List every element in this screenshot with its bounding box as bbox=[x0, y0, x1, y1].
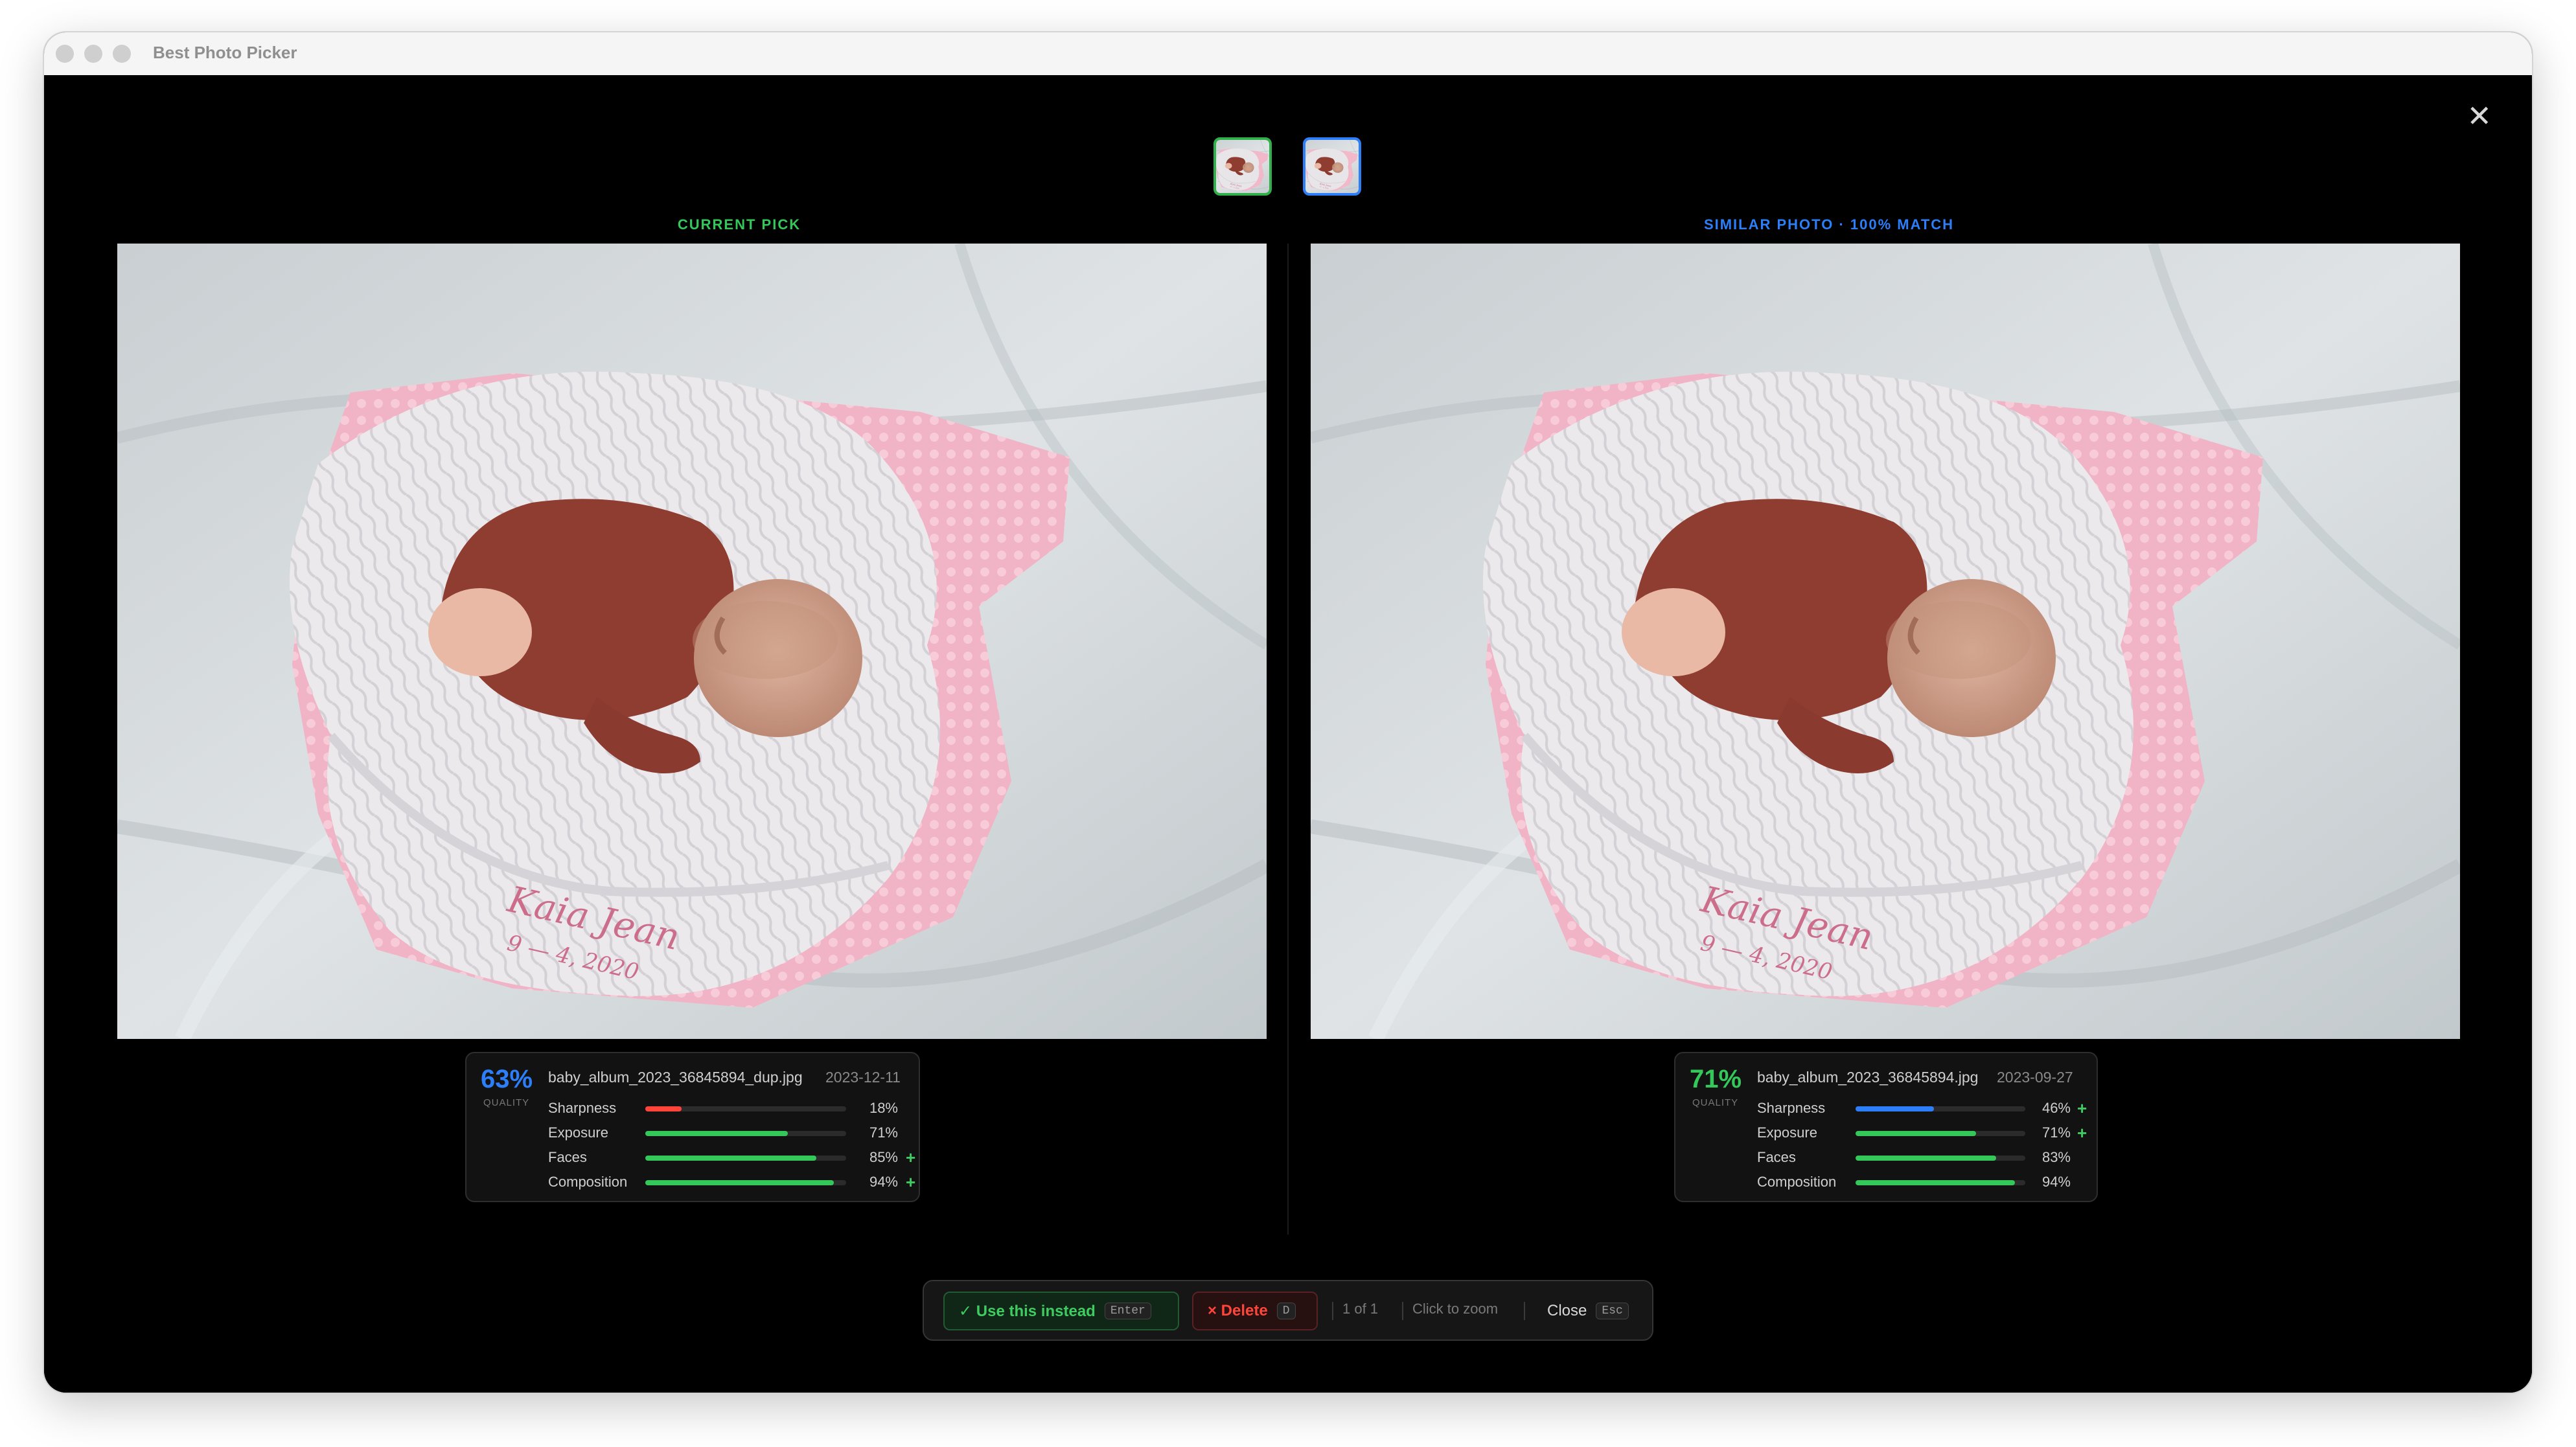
close-window-button[interactable] bbox=[56, 45, 74, 63]
quality-score: 63% bbox=[481, 1065, 533, 1093]
metric-name: Composition bbox=[1757, 1174, 1837, 1190]
metric-improvement-indicator: + bbox=[906, 1172, 916, 1192]
metric-name: Sharpness bbox=[1757, 1100, 1826, 1116]
metric-bar bbox=[645, 1180, 846, 1185]
delete-shortcut-key: D bbox=[1276, 1303, 1296, 1319]
close-button[interactable]: Close Esc bbox=[1533, 1292, 1643, 1330]
metric-bar-fill bbox=[645, 1180, 834, 1185]
window-title: Best Photo Picker bbox=[153, 43, 297, 62]
metric-improvement-indicator: + bbox=[2077, 1123, 2087, 1143]
metric-bar bbox=[645, 1156, 846, 1161]
metric-value: 71% bbox=[869, 1124, 898, 1141]
metric-improvement-indicator: + bbox=[2077, 1099, 2087, 1118]
file-name: baby_album_2023_36845894_dup.jpg bbox=[548, 1069, 803, 1086]
current-pick-thumbnail[interactable] bbox=[1213, 137, 1272, 196]
metric-bar bbox=[1856, 1156, 2025, 1161]
metric-bar bbox=[1856, 1180, 2025, 1185]
metric-bar-fill bbox=[1856, 1156, 1997, 1161]
similar-photo-thumbnail[interactable] bbox=[1303, 137, 1361, 196]
metric-value: 85% bbox=[869, 1149, 898, 1165]
comparison-view: ✕ CURRENT PICK SIMILAR PHOTO · 100% MATC… bbox=[44, 75, 2532, 1393]
metric-bar bbox=[1856, 1131, 2025, 1136]
close-icon[interactable]: ✕ bbox=[2467, 101, 2492, 131]
metric-bar-fill bbox=[1856, 1180, 2016, 1185]
metric-value: 71% bbox=[2041, 1124, 2071, 1141]
metric-bar bbox=[1856, 1106, 2025, 1111]
quality-caption: QUALITY bbox=[483, 1097, 530, 1108]
action-toolbar: ✓ Use this instead Enter × Delete D 1 of… bbox=[923, 1280, 1653, 1341]
metric-bar-fill bbox=[645, 1131, 788, 1136]
quality-score: 71% bbox=[1690, 1065, 1742, 1093]
similar-photo-quality-card: 71% QUALITY baby_album_2023_36845894.jpg… bbox=[1674, 1052, 2098, 1202]
metric-bar-fill bbox=[1856, 1106, 1934, 1111]
similar-photo-label: SIMILAR PHOTO · 100% MATCH bbox=[1703, 216, 1955, 233]
similar-photo[interactable] bbox=[1311, 244, 2460, 1039]
zoom-window-button[interactable] bbox=[113, 45, 131, 63]
delete-label: × Delete bbox=[1208, 1302, 1268, 1319]
toolbar-separator bbox=[1524, 1302, 1525, 1320]
metric-name: Faces bbox=[548, 1149, 587, 1165]
current-pick-quality-card: 63% QUALITY baby_album_2023_36845894_dup… bbox=[465, 1052, 920, 1202]
metric-name: Faces bbox=[1757, 1149, 1796, 1165]
escape-shortcut-key: Esc bbox=[1596, 1303, 1629, 1319]
file-date: 2023-12-11 bbox=[825, 1069, 901, 1086]
metric-bar-fill bbox=[645, 1156, 816, 1161]
use-this-instead-label: ✓ Use this instead bbox=[959, 1302, 1096, 1320]
zoom-hint: Click to zoom bbox=[1412, 1301, 1499, 1317]
metric-bar bbox=[645, 1131, 846, 1136]
current-pick-photo[interactable] bbox=[117, 244, 1267, 1039]
file-date: 2023-09-27 bbox=[1997, 1069, 2073, 1086]
metric-value: 83% bbox=[2041, 1149, 2071, 1165]
metric-improvement-indicator: + bbox=[906, 1148, 916, 1167]
delete-button[interactable]: × Delete D bbox=[1192, 1292, 1318, 1330]
metric-name: Composition bbox=[548, 1174, 628, 1190]
minimize-window-button[interactable] bbox=[84, 45, 102, 63]
app-window: Best Photo Picker ✕ CURRENT PICK SIMILAR… bbox=[44, 32, 2532, 1393]
enter-shortcut-key: Enter bbox=[1104, 1303, 1151, 1319]
metric-value: 94% bbox=[869, 1174, 898, 1190]
metric-name: Sharpness bbox=[548, 1100, 617, 1116]
metric-value: 94% bbox=[2041, 1174, 2071, 1190]
panel-divider bbox=[1287, 244, 1289, 1235]
file-name: baby_album_2023_36845894.jpg bbox=[1757, 1069, 1979, 1086]
photo-position: 1 of 1 bbox=[1342, 1301, 1379, 1317]
toolbar-separator bbox=[1332, 1302, 1333, 1320]
toolbar-separator bbox=[1402, 1302, 1403, 1320]
metric-bar-fill bbox=[1856, 1131, 1977, 1136]
title-bar: Best Photo Picker bbox=[44, 32, 2532, 76]
metric-bar bbox=[645, 1106, 846, 1111]
close-label: Close bbox=[1547, 1302, 1587, 1319]
metric-bar-fill bbox=[645, 1106, 682, 1111]
current-pick-label: CURRENT PICK bbox=[677, 216, 801, 233]
metric-name: Exposure bbox=[1757, 1124, 1817, 1141]
metric-name: Exposure bbox=[548, 1124, 608, 1141]
metric-value: 46% bbox=[2041, 1100, 2071, 1116]
quality-caption: QUALITY bbox=[1692, 1097, 1739, 1108]
use-this-instead-button[interactable]: ✓ Use this instead Enter bbox=[943, 1292, 1179, 1330]
metric-value: 18% bbox=[869, 1100, 898, 1116]
